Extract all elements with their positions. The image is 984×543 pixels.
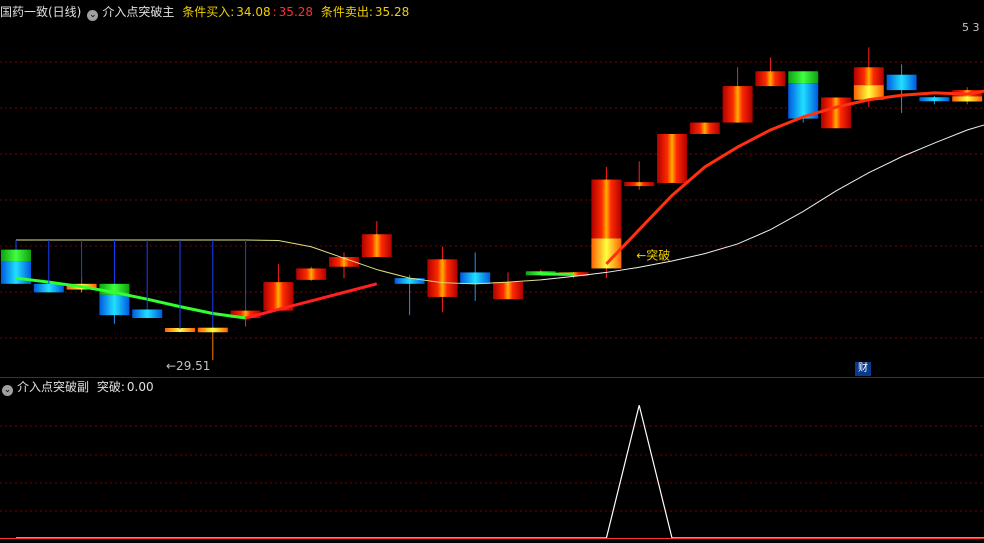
candle-body xyxy=(460,272,491,284)
right-edge-text: 5 3 xyxy=(962,21,980,34)
candle-body xyxy=(99,294,130,316)
finance-badge[interactable]: 财 xyxy=(855,362,871,376)
candle-body xyxy=(657,133,687,183)
chart-annotation: ←29.51 xyxy=(166,359,210,373)
sub-indicator-name[interactable]: 介入点突破副 xyxy=(17,380,89,394)
main-header: 国药一致(日线) ⌄ 介入点突破主 条件买入: 34.08:35.28 条件卖出: 35… xyxy=(0,3,413,21)
mid-separator: : xyxy=(272,5,277,19)
candle-body xyxy=(788,71,819,84)
candle-body xyxy=(919,97,950,102)
sub-header: ⌄ 介入点突破副 突破: 0.00 xyxy=(0,378,158,396)
candle-body xyxy=(296,268,327,280)
buy-label: 条件买入: xyxy=(182,5,235,19)
main-indicator-name[interactable]: 介入点突破主 xyxy=(102,5,174,19)
candle-body xyxy=(33,283,64,293)
candle-body xyxy=(493,282,523,300)
candle-body xyxy=(591,179,622,239)
candle-body xyxy=(394,278,425,284)
chart-annotation: ←突破 xyxy=(636,247,670,262)
candle-body xyxy=(821,97,851,129)
buy-value: 34.08 xyxy=(236,5,271,19)
candle-body xyxy=(132,309,163,319)
candle-body xyxy=(689,122,720,134)
chevron-down-icon[interactable]: ⌄ xyxy=(2,385,13,396)
candle-body xyxy=(624,182,655,187)
mid-value: 35.28 xyxy=(278,5,314,19)
candle-body xyxy=(722,86,753,123)
candle-body xyxy=(853,67,884,86)
sell-value: 35.28 xyxy=(374,5,410,19)
chevron-down-icon[interactable]: ⌄ xyxy=(87,10,99,21)
candle-body xyxy=(197,327,228,333)
candle-body xyxy=(1,249,31,262)
breakout-line xyxy=(16,405,984,539)
price-chart: ←29.51 ←突破 xyxy=(0,47,984,539)
candle-body xyxy=(361,234,392,258)
candle-body xyxy=(755,71,786,87)
candle-bodies xyxy=(1,67,983,333)
candle-body xyxy=(886,74,917,91)
stock-title: 国药一致(日线) xyxy=(0,5,82,19)
sub-value: 0.00 xyxy=(126,380,154,394)
candle-body xyxy=(952,96,983,102)
sell-label: 条件卖出: xyxy=(320,5,373,19)
sub-label: 突破: xyxy=(96,380,125,394)
sub-indicator xyxy=(0,405,984,539)
candle-body xyxy=(427,259,458,297)
sub-grid xyxy=(0,425,984,512)
